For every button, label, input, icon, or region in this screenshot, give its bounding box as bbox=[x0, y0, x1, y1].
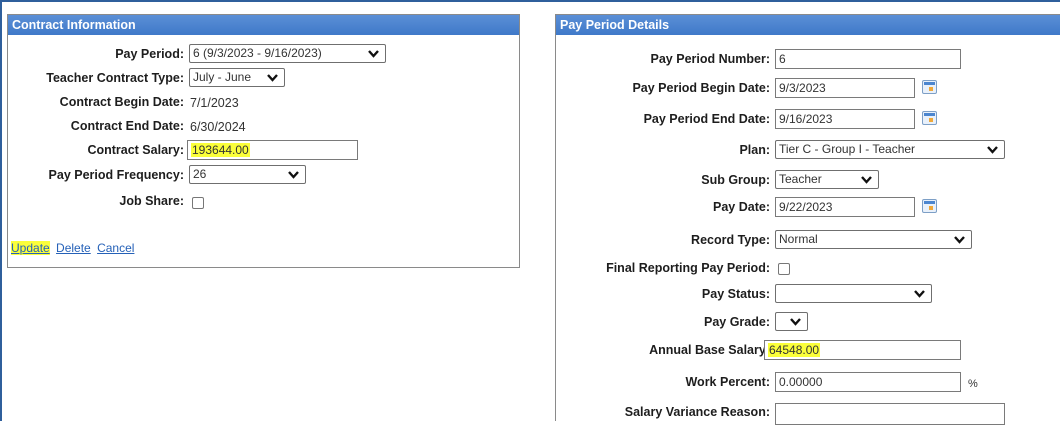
pay-grade-label: Pay Grade: bbox=[703, 315, 770, 329]
chevron-down-icon bbox=[288, 171, 299, 179]
chevron-down-icon bbox=[790, 318, 801, 326]
teacher-contract-type-select[interactable]: July - June bbox=[189, 68, 285, 87]
pay-frequency-selected: 26 bbox=[193, 167, 207, 181]
end-date-row: Pay Period End Date: 9/16/2023 bbox=[556, 109, 1060, 131]
job-share-row: Job Share: bbox=[8, 191, 519, 213]
chevron-down-icon bbox=[987, 146, 998, 154]
chevron-down-icon bbox=[267, 74, 278, 82]
update-link[interactable]: Update bbox=[11, 241, 50, 255]
contract-begin-value: 7/1/2023 bbox=[190, 96, 239, 110]
delete-link[interactable]: Delete bbox=[56, 241, 91, 255]
sub-group-selected: Teacher bbox=[779, 172, 822, 186]
salary-variance-row: Salary Variance Reason: bbox=[556, 403, 1060, 425]
sub-group-label: Sub Group: bbox=[701, 173, 770, 187]
teacher-contract-type-row: Teacher Contract Type: July - June bbox=[8, 68, 519, 90]
plan-select[interactable]: Tier C - Group I - Teacher bbox=[775, 140, 1005, 159]
pay-status-row: Pay Status: bbox=[556, 284, 1060, 306]
contract-information-panel: Contract Information Pay Period: 6 (9/3/… bbox=[7, 14, 520, 268]
contract-salary-row: Contract Salary: 193644.00 bbox=[8, 140, 519, 162]
salary-variance-label: Salary Variance Reason: bbox=[624, 405, 770, 419]
calendar-icon[interactable] bbox=[922, 111, 937, 125]
work-percent-label: Work Percent: bbox=[685, 375, 770, 389]
annual-base-salary-label: Annual Base Salary: bbox=[649, 343, 770, 357]
pay-frequency-select[interactable]: 26 bbox=[189, 165, 306, 184]
plan-selected: Tier C - Group I - Teacher bbox=[779, 142, 916, 156]
record-type-selected: Normal bbox=[779, 232, 818, 246]
begin-date-input[interactable]: 9/3/2023 bbox=[775, 78, 915, 98]
final-reporting-row: Final Reporting Pay Period: bbox=[556, 258, 1060, 280]
annual-base-salary-input[interactable]: 64548.00 bbox=[764, 340, 961, 360]
contract-salary-input[interactable]: 193644.00 bbox=[187, 140, 358, 160]
pay-frequency-row: Pay Period Frequency: 26 bbox=[8, 165, 519, 187]
pay-period-details-header: Pay Period Details bbox=[556, 15, 1060, 35]
begin-date-row: Pay Period Begin Date: 9/3/2023 bbox=[556, 78, 1060, 100]
pay-status-select[interactable] bbox=[775, 284, 932, 303]
pay-period-details-panel: Pay Period Details Pay Period Number: 6 … bbox=[555, 14, 1060, 425]
final-reporting-checkbox[interactable] bbox=[778, 263, 790, 275]
contract-information-header: Contract Information bbox=[8, 15, 519, 35]
record-type-label: Record Type: bbox=[691, 233, 770, 247]
work-percent-unit: % bbox=[968, 378, 978, 390]
pay-grade-select[interactable] bbox=[775, 312, 808, 331]
pay-period-row: Pay Period: 6 (9/3/2023 - 9/16/2023) bbox=[8, 44, 519, 66]
annual-base-salary-value: 64548.00 bbox=[768, 343, 821, 357]
sub-group-row: Sub Group: Teacher bbox=[556, 170, 1060, 192]
pay-period-number-label: Pay Period Number: bbox=[650, 52, 770, 66]
end-date-label: Pay Period End Date: bbox=[643, 112, 770, 126]
contract-end-value: 6/30/2024 bbox=[190, 120, 246, 134]
job-share-label: Job Share: bbox=[119, 194, 184, 208]
chevron-down-icon bbox=[368, 50, 379, 58]
contract-begin-label: Contract Begin Date: bbox=[59, 95, 184, 109]
plan-label: Plan: bbox=[739, 143, 770, 157]
pay-status-label: Pay Status: bbox=[701, 287, 770, 301]
pay-date-label: Pay Date: bbox=[713, 200, 770, 214]
chevron-down-icon bbox=[914, 290, 925, 298]
pay-period-number-input[interactable]: 6 bbox=[775, 49, 961, 69]
record-type-row: Record Type: Normal bbox=[556, 230, 1060, 252]
pay-period-selected: 6 (9/3/2023 - 9/16/2023) bbox=[193, 46, 322, 60]
work-percent-input[interactable]: 0.00000 bbox=[775, 372, 961, 392]
cancel-link[interactable]: Cancel bbox=[97, 241, 134, 255]
pay-period-number-row: Pay Period Number: 6 bbox=[556, 49, 1060, 71]
window-frame-left bbox=[0, 0, 2, 421]
sub-group-select[interactable]: Teacher bbox=[775, 170, 879, 189]
salary-variance-select[interactable] bbox=[775, 403, 1005, 425]
begin-date-label: Pay Period Begin Date: bbox=[632, 81, 770, 95]
teacher-contract-type-label: Teacher Contract Type: bbox=[46, 71, 184, 85]
calendar-icon[interactable] bbox=[922, 199, 937, 213]
job-share-checkbox[interactable] bbox=[192, 197, 204, 209]
final-reporting-label: Final Reporting Pay Period: bbox=[606, 261, 770, 275]
contract-end-label: Contract End Date: bbox=[70, 119, 184, 133]
annual-base-salary-row: Annual Base Salary: 64548.00 bbox=[556, 340, 1060, 362]
record-type-select[interactable]: Normal bbox=[775, 230, 972, 249]
action-links: Update Delete Cancel bbox=[11, 241, 137, 255]
pay-period-label: Pay Period: bbox=[115, 47, 184, 61]
pay-frequency-label: Pay Period Frequency: bbox=[48, 168, 184, 182]
pay-period-select[interactable]: 6 (9/3/2023 - 9/16/2023) bbox=[189, 44, 386, 63]
chevron-down-icon bbox=[861, 176, 872, 184]
end-date-input[interactable]: 9/16/2023 bbox=[775, 109, 915, 129]
contract-begin-row: Contract Begin Date: 7/1/2023 bbox=[8, 92, 519, 114]
contract-salary-label: Contract Salary: bbox=[87, 143, 184, 157]
window-frame-top bbox=[0, 0, 1060, 2]
contract-end-row: Contract End Date: 6/30/2024 bbox=[8, 116, 519, 138]
contract-salary-value: 193644.00 bbox=[191, 143, 250, 157]
chevron-down-icon bbox=[954, 236, 965, 244]
calendar-icon[interactable] bbox=[922, 80, 937, 94]
plan-row: Plan: Tier C - Group I - Teacher bbox=[556, 140, 1060, 162]
work-percent-row: Work Percent: 0.00000 % bbox=[556, 372, 1060, 394]
pay-date-input[interactable]: 9/22/2023 bbox=[775, 197, 915, 217]
teacher-contract-type-selected: July - June bbox=[193, 70, 252, 84]
pay-grade-row: Pay Grade: bbox=[556, 312, 1060, 334]
pay-date-row: Pay Date: 9/22/2023 bbox=[556, 197, 1060, 219]
